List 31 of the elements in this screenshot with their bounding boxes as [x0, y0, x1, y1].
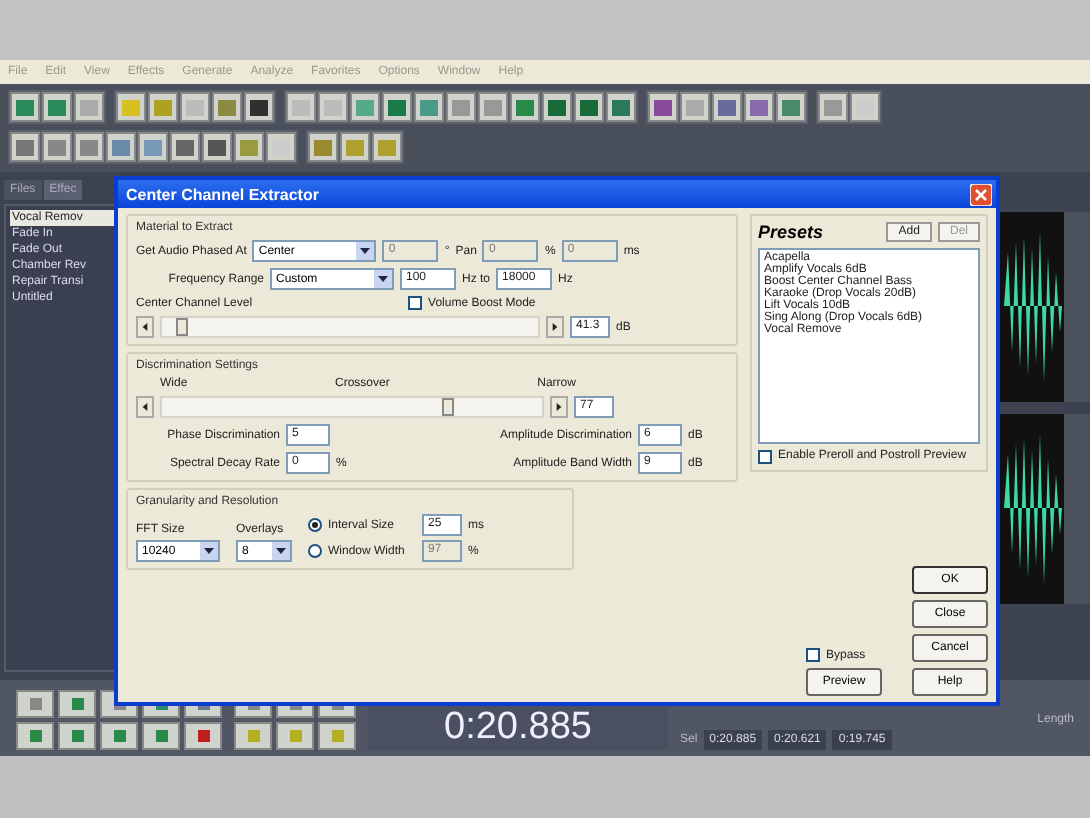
panel-title: Presets: [758, 222, 824, 242]
caret-icon[interactable]: [272, 542, 290, 560]
time-display: 0:20.885: [368, 706, 668, 750]
radio-button[interactable]: [308, 518, 322, 532]
transport-button[interactable]: [184, 722, 222, 750]
transport-button[interactable]: [58, 690, 96, 718]
transport-button[interactable]: [100, 722, 138, 750]
zoom-button[interactable]: [234, 722, 272, 750]
checkbox[interactable]: [758, 450, 772, 464]
caret-icon[interactable]: [200, 542, 218, 560]
toolbar-button[interactable]: [574, 92, 604, 122]
transport-button[interactable]: [16, 690, 54, 718]
zoom-button[interactable]: [318, 722, 356, 750]
window-title: Center Channel Extractor: [126, 185, 319, 203]
caret-icon[interactable]: [374, 270, 392, 288]
zoom-button[interactable]: [276, 722, 314, 750]
transport-button[interactable]: [58, 722, 96, 750]
radio-button[interactable]: [308, 544, 322, 558]
caret-icon[interactable]: [356, 242, 375, 260]
toolbar-button[interactable]: [244, 92, 274, 122]
checkbox[interactable]: [806, 648, 820, 662]
slider-thumb[interactable]: [176, 318, 189, 336]
transport-button[interactable]: [142, 722, 180, 750]
toolbar-button[interactable]: [648, 92, 678, 122]
slider-thumb[interactable]: [441, 398, 454, 416]
toolbar-button[interactable]: [202, 132, 232, 162]
toolbar-button[interactable]: [170, 132, 200, 162]
toolbar-button[interactable]: [542, 92, 572, 122]
transport-button[interactable]: [16, 722, 54, 750]
checkbox[interactable]: [408, 296, 423, 310]
close-icon[interactable]: [970, 183, 992, 205]
